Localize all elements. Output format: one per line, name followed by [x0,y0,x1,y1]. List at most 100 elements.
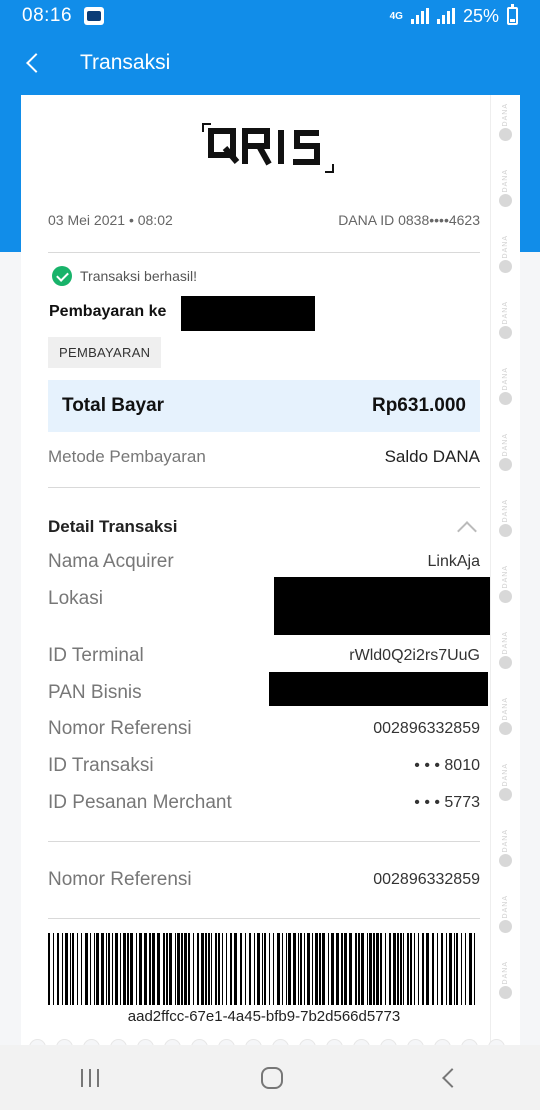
dana-watermark: DANA [498,301,512,340]
detail-label: PAN Bisnis [48,682,142,703]
dana-watermark-stripe: DANA DANA DANA DANA DANA DANA DANA DANA DANA DANA… [490,95,520,1045]
status-bar: 08:16 4G 25% [0,0,540,32]
status-time: 08:16 [22,5,73,26]
dana-watermark: DANA [498,631,512,670]
dana-logo-icon [498,722,512,736]
watermark-text: DANA [501,367,509,391]
detail-value: 002896332859 [373,720,480,737]
dana-watermark: DANA [498,763,512,802]
dana-watermark: DANA [498,499,512,538]
reference-value: 002896332859 [373,871,480,888]
detail-row-terminal: ID Terminal rWld0Q2i2rs7UuG [48,645,480,667]
pay-to-label: Pembayaran ke [49,303,167,320]
signal-icon [410,8,429,24]
dana-watermark: DANA [498,367,512,406]
dana-logo-icon [498,524,512,538]
dana-logo-icon [498,260,512,274]
dana-logo-icon [498,854,512,868]
total-label: Total Bayar [62,395,165,416]
barcode-text: aad2ffcc-67e1-4a45-bfb9-7b2d566d5773 [127,1008,401,1025]
dana-logo-icon [498,590,512,604]
redacted-merchant-name [181,296,315,331]
watermark-text: DANA [501,301,509,325]
dana-logo-icon [498,986,512,1000]
detail-label: ID Transaksi [48,755,154,776]
reference-row: Nomor Referensi 002896332859 [48,869,480,891]
success-status: Transaksi berhasil! [52,266,197,286]
watermark-text: DANA [501,565,509,589]
divider [48,252,480,253]
watermark-text: DANA [501,103,509,127]
receipt-card: DANA DANA DANA DANA DANA DANA DANA DANA DANA DANA… [21,95,520,1045]
watermark-text: DANA [501,169,509,193]
chevron-up-icon[interactable] [457,521,477,541]
watermark-text: DANA [501,235,509,259]
home-button[interactable] [261,1066,283,1089]
detail-label: Lokasi [48,588,103,609]
payment-method-label: Metode Pembayaran [48,447,206,466]
detail-value: LinkAja [427,553,480,570]
qris-logo [202,123,334,173]
dana-watermark: DANA [498,565,512,604]
dana-id: DANA ID 0838••••4623 [338,212,480,228]
dana-watermark: DANA [498,895,512,934]
divider [48,918,480,919]
check-circle-icon [52,266,72,286]
signal-icon-2 [436,8,455,24]
detail-label: ID Pesanan Merchant [48,792,232,813]
system-nav-bar [0,1045,540,1110]
detail-section-header[interactable]: Detail Transaksi [48,516,480,541]
redacted-location [274,577,490,635]
dana-logo-icon [498,392,512,406]
dana-watermark: DANA [498,169,512,208]
watermark-text: DANA [501,763,509,787]
reference-label: Nomor Referensi [48,869,192,890]
dana-logo-icon [498,326,512,340]
total-payment-box: Total Bayar Rp631.000 [48,380,480,432]
detail-row-acquirer: Nama Acquirer LinkAja [48,551,480,573]
payment-method-row: Metode Pembayaran Saldo DANA [48,447,480,467]
transaction-type-chip: PEMBAYARAN [48,337,162,368]
battery-percent: 25% [462,5,499,26]
recent-apps-button[interactable] [81,1068,99,1087]
dana-logo-icon [498,788,512,802]
barcode-bar [475,933,478,1005]
detail-value: • • • 5773 [414,794,480,811]
dana-logo-icon [498,458,512,472]
dana-watermark: DANA [498,829,512,868]
watermark-text: DANA [501,895,509,919]
divider [48,841,480,842]
total-value: Rp631.000 [371,395,466,416]
dana-watermark: DANA [498,103,512,142]
payment-method-value: Saldo DANA [384,447,480,466]
detail-row-transaction-id: ID Transaksi • • • 8010 [48,755,480,777]
battery-icon [507,4,518,25]
dana-watermark: DANA [498,433,512,472]
status-icons: 4G 25% [390,4,518,27]
watermark-text: DANA [501,433,509,457]
detail-row-merchant-order: ID Pesanan Merchant • • • 5773 [48,792,480,814]
page-title: Transaksi [80,51,171,74]
back-button[interactable] [20,50,46,76]
receipt-meta: 03 Mei 2021 • 08:02 DANA ID 0838••••4623 [48,212,480,228]
barcode [48,933,480,1005]
detail-row-reference: Nomor Referensi 002896332859 [48,718,480,740]
watermark-text: DANA [501,499,509,523]
dana-logo-icon [498,656,512,670]
system-back-button[interactable] [442,1067,462,1088]
dana-watermark: DANA [498,961,512,1000]
detail-label: ID Terminal [48,645,144,666]
watermark-text: DANA [501,697,509,721]
redacted-pan [269,672,488,706]
notification-icon [84,7,105,25]
dana-logo-icon [498,128,512,142]
dana-watermark: DANA [498,697,512,736]
watermark-text: DANA [501,961,509,985]
transaction-date: 03 Mei 2021 • 08:02 [48,212,173,228]
detail-value: rWld0Q2i2rs7UuG [349,647,480,664]
dana-logo-icon [498,920,512,934]
watermark-text: DANA [501,829,509,853]
success-text: Transaksi berhasil! [80,268,197,284]
detail-label: Nama Acquirer [48,551,174,572]
dana-watermark: DANA [498,235,512,274]
